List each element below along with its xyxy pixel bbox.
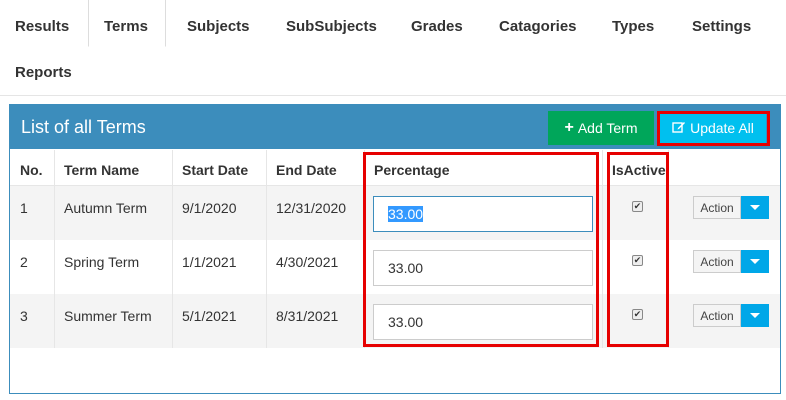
tab-results[interactable]: Results — [0, 0, 84, 44]
col-divider — [364, 150, 365, 348]
row-no: 2 — [20, 254, 28, 270]
isactive-checkbox[interactable]: ✔ — [632, 201, 643, 212]
panel-header: List of all Terms + Add Term Update All — [10, 105, 780, 149]
col-header-end-date: End Date — [276, 162, 337, 178]
action-button[interactable]: Action — [693, 250, 741, 273]
percentage-input[interactable]: 33.00 — [373, 196, 593, 232]
tab-bar: Results Terms Subjects SubSubjects Grade… — [0, 0, 786, 96]
action-dropdown[interactable]: Action — [693, 304, 769, 327]
col-header-isactive: IsActive — [612, 162, 666, 178]
col-divider — [266, 150, 267, 348]
tab-subjects[interactable]: Subjects — [172, 0, 265, 44]
row-no: 1 — [20, 200, 28, 216]
chevron-down-icon[interactable] — [741, 196, 769, 219]
tab-reports[interactable]: Reports — [0, 46, 87, 90]
row-term-name: Autumn Term — [64, 200, 147, 216]
tab-terms[interactable]: Terms — [88, 0, 166, 47]
percentage-input[interactable]: 33.00 — [373, 304, 593, 340]
row-start-date: 9/1/2020 — [182, 200, 237, 216]
tab-subsubjects[interactable]: SubSubjects — [271, 0, 392, 44]
row-start-date: 5/1/2021 — [182, 308, 237, 324]
action-dropdown[interactable]: Action — [693, 250, 769, 273]
row-term-name: Summer Term — [64, 308, 152, 324]
update-all-button[interactable]: Update All — [660, 111, 766, 145]
percentage-value: 33.00 — [388, 206, 424, 222]
percentage-input[interactable]: 33.00 — [373, 250, 593, 286]
col-divider — [54, 150, 55, 348]
row-end-date: 4/30/2021 — [276, 254, 339, 270]
chevron-down-icon[interactable] — [741, 304, 769, 327]
action-dropdown[interactable]: Action — [693, 196, 769, 219]
action-button[interactable]: Action — [693, 304, 741, 327]
tab-grades[interactable]: Grades — [396, 0, 478, 44]
edit-icon — [672, 120, 686, 137]
plus-icon: + — [564, 119, 574, 136]
row-end-date: 12/31/2020 — [276, 200, 347, 216]
action-button[interactable]: Action — [693, 196, 741, 219]
row-start-date: 1/1/2021 — [182, 254, 237, 270]
tab-settings[interactable]: Settings — [677, 0, 766, 44]
tab-types[interactable]: Types — [597, 0, 669, 44]
add-term-label: Add Term — [577, 120, 638, 136]
col-divider — [668, 150, 669, 348]
row-end-date: 8/31/2021 — [276, 308, 339, 324]
col-header-term-name: Term Name — [64, 162, 140, 178]
update-all-label: Update All — [690, 120, 754, 136]
isactive-checkbox[interactable]: ✔ — [632, 255, 643, 266]
col-divider — [602, 150, 603, 348]
col-header-start-date: Start Date — [182, 162, 249, 178]
row-no: 3 — [20, 308, 28, 324]
row-term-name: Spring Term — [64, 254, 140, 270]
col-divider — [172, 150, 173, 348]
add-term-button[interactable]: + Add Term — [548, 111, 654, 145]
chevron-down-icon[interactable] — [741, 250, 769, 273]
col-header-no: No. — [20, 162, 43, 178]
col-header-percentage: Percentage — [374, 162, 450, 178]
isactive-checkbox[interactable]: ✔ — [632, 309, 643, 320]
tab-catagories[interactable]: Catagories — [484, 0, 592, 44]
panel-title: List of all Terms — [21, 117, 146, 137]
